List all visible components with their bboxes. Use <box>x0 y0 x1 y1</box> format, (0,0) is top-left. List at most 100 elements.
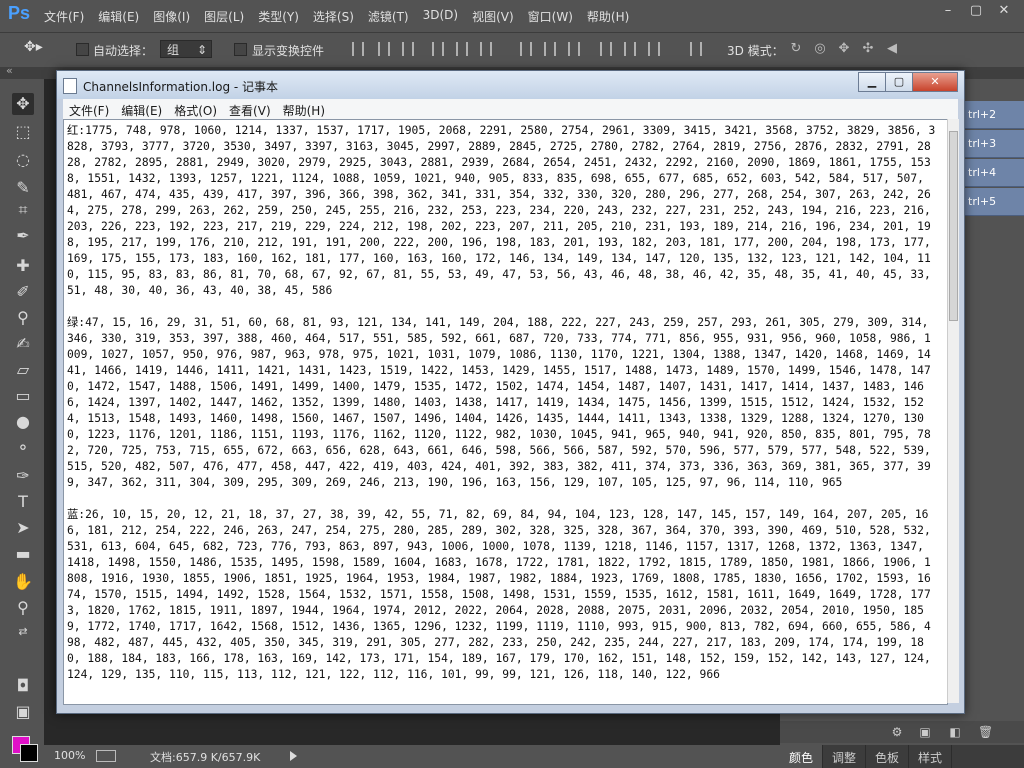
menu-edit[interactable]: 编辑(E) <box>98 8 139 25</box>
notepad-menu-file[interactable]: 文件(F) <box>63 99 115 119</box>
delete-icon[interactable]: 🗑 <box>978 725 993 739</box>
rectangle-tool-icon[interactable]: ▬ <box>12 543 34 565</box>
background-color-swatch[interactable] <box>20 744 38 762</box>
menu-select[interactable]: 选择(S) <box>313 8 354 25</box>
notepad-text-area[interactable]: 红:1775, 748, 978, 1060, 1214, 1337, 1537… <box>63 119 948 705</box>
align-bottom-icon[interactable] <box>402 42 414 56</box>
notepad-titlebar[interactable]: ChannelsInformation.log - 记事本 ▁ ▢ ✕ <box>57 71 964 99</box>
notepad-title: ChannelsInformation.log - 记事本 <box>83 80 279 94</box>
swap-colors-icon[interactable]: ⇄ <box>12 621 34 643</box>
menu-view[interactable]: 视图(V) <box>472 8 514 25</box>
minimize-button[interactable]: – <box>934 2 962 20</box>
zoom-tool-icon[interactable]: ⚲ <box>12 597 34 619</box>
menu-type[interactable]: 类型(Y) <box>258 8 299 25</box>
notepad-app-icon <box>63 78 77 94</box>
actions-footer: ⚙ ▣ ◧ 🗑 <box>780 721 1024 743</box>
maximize-button[interactable]: ▢ <box>962 2 990 20</box>
distribute-top-icon[interactable] <box>520 42 532 56</box>
notepad-window: ChannelsInformation.log - 记事本 ▁ ▢ ✕ 文件(F… <box>56 70 965 714</box>
3d-pan-icon[interactable]: ✥ <box>836 42 852 56</box>
align-right-icon[interactable] <box>480 42 492 56</box>
eraser-tool-icon[interactable]: ▱ <box>12 359 34 381</box>
notepad-window-controls: ▁ ▢ ✕ <box>858 72 958 92</box>
quick-select-tool-icon[interactable]: ✎ <box>12 177 34 199</box>
healing-brush-tool-icon[interactable]: ✚ <box>12 255 34 277</box>
eyedropper-tool-icon[interactable]: ✒ <box>12 225 34 247</box>
notepad-menu-format[interactable]: 格式(O) <box>168 99 223 119</box>
distribute-hcenter-icon[interactable] <box>624 42 636 56</box>
lasso-tool-icon[interactable]: ◌ <box>12 149 34 171</box>
3d-slide-icon[interactable]: ✣ <box>860 42 876 56</box>
action-item[interactable]: trl+3 <box>964 130 1024 158</box>
tab-adjustments[interactable]: 调整 <box>823 745 867 768</box>
tab-swatches[interactable]: 色板 <box>866 745 910 768</box>
pen-tool-icon[interactable]: ✑ <box>12 465 34 487</box>
menu-file[interactable]: 文件(F) <box>44 8 84 25</box>
new-set-icon[interactable]: ▣ <box>918 725 932 739</box>
gradient-tool-icon[interactable]: ▭ <box>12 385 34 407</box>
scrollbar-thumb[interactable] <box>949 131 958 321</box>
notepad-menu-view[interactable]: 查看(V) <box>223 99 277 119</box>
ps-menubar: Ps 文件(F) 编辑(E) 图像(I) 图层(L) 类型(Y) 选择(S) 滤… <box>0 0 1024 32</box>
move-tool-icon[interactable]: ✥▸ <box>24 39 43 55</box>
type-tool-icon[interactable]: T <box>12 491 34 513</box>
marquee-tool-icon[interactable]: ⬚ <box>12 121 34 143</box>
align-left-icon[interactable] <box>432 42 444 56</box>
distribute-right-icon[interactable] <box>648 42 660 56</box>
tab-styles[interactable]: 样式 <box>909 745 953 768</box>
path-selection-tool-icon[interactable]: ➤ <box>12 517 34 539</box>
status-bar: 100% 文档:657.9 K/657.9K <box>44 745 780 768</box>
notepad-menu-help[interactable]: 帮助(H) <box>277 99 331 119</box>
notepad-maximize-button[interactable]: ▢ <box>885 72 913 92</box>
new-action-icon[interactable]: ◧ <box>948 725 962 739</box>
notepad-content[interactable]: 红:1775, 748, 978, 1060, 1214, 1337, 1537… <box>67 123 937 683</box>
align-top-icon[interactable] <box>352 42 364 56</box>
menu-filter[interactable]: 滤镜(T) <box>368 8 409 25</box>
3d-rotate-icon[interactable]: ↻ <box>788 42 804 56</box>
blur-tool-icon[interactable]: ● <box>12 411 34 433</box>
notepad-minimize-button[interactable]: ▁ <box>858 72 886 92</box>
crop-tool-icon[interactable]: ⌗ <box>12 199 34 221</box>
photoshop-logo: Ps <box>8 3 31 23</box>
3d-mode-label: 3D 模式： <box>727 44 784 58</box>
auto-select-checkbox[interactable] <box>76 43 89 56</box>
align-vcenter-icon[interactable] <box>378 42 390 56</box>
quick-mask-icon[interactable]: ◘ <box>12 675 34 697</box>
distribute-left-icon[interactable] <box>600 42 612 56</box>
tab-color[interactable]: 颜色 <box>780 745 824 768</box>
menu-window[interactable]: 窗口(W) <box>528 8 573 25</box>
distribute-vcenter-icon[interactable] <box>544 42 556 56</box>
auto-select-value: 组 <box>167 43 180 57</box>
menu-help[interactable]: 帮助(H) <box>587 8 629 25</box>
auto-align-icon[interactable] <box>690 42 702 56</box>
menu-layer[interactable]: 图层(L) <box>204 8 244 25</box>
3d-scale-icon[interactable]: ◀ <box>884 42 900 56</box>
status-menu-arrow-icon[interactable] <box>290 751 297 761</box>
notepad-menu-edit[interactable]: 编辑(E) <box>115 99 168 119</box>
align-hcenter-icon[interactable] <box>456 42 468 56</box>
play-selection-icon[interactable]: ⚙ <box>890 725 904 739</box>
close-button[interactable]: ✕ <box>990 2 1018 20</box>
screen-mode-icon[interactable]: ▣ <box>12 701 34 723</box>
hand-tool-icon[interactable]: ✋ <box>12 571 34 593</box>
action-item[interactable]: trl+2 <box>964 101 1024 129</box>
distribute-bottom-icon[interactable] <box>568 42 580 56</box>
ps-window-controls: – ▢ ✕ <box>934 2 1018 20</box>
auto-select-dropdown[interactable]: 组 ⇕ <box>160 40 212 58</box>
zoom-level[interactable]: 100% <box>54 749 85 762</box>
collapse-panel-icon[interactable]: « <box>6 64 13 77</box>
menu-image[interactable]: 图像(I) <box>153 8 190 25</box>
notepad-close-button[interactable]: ✕ <box>912 72 958 92</box>
notepad-vertical-scrollbar[interactable] <box>947 119 959 703</box>
show-transform-checkbox[interactable] <box>234 43 247 56</box>
clone-stamp-tool-icon[interactable]: ⚲ <box>12 307 34 329</box>
menu-3d[interactable]: 3D(D) <box>423 8 458 25</box>
move-tool-icon[interactable]: ✥ <box>12 93 34 115</box>
dodge-tool-icon[interactable]: ⚬ <box>12 437 34 459</box>
3d-roll-icon[interactable]: ◎ <box>812 42 828 56</box>
color-panel-tabs: 颜色 调整 色板 样式 <box>780 745 1024 768</box>
history-brush-tool-icon[interactable]: ✍ <box>12 333 34 355</box>
brush-tool-icon[interactable]: ✐ <box>12 281 34 303</box>
action-item[interactable]: trl+5 <box>964 188 1024 216</box>
action-item[interactable]: trl+4 <box>964 159 1024 187</box>
